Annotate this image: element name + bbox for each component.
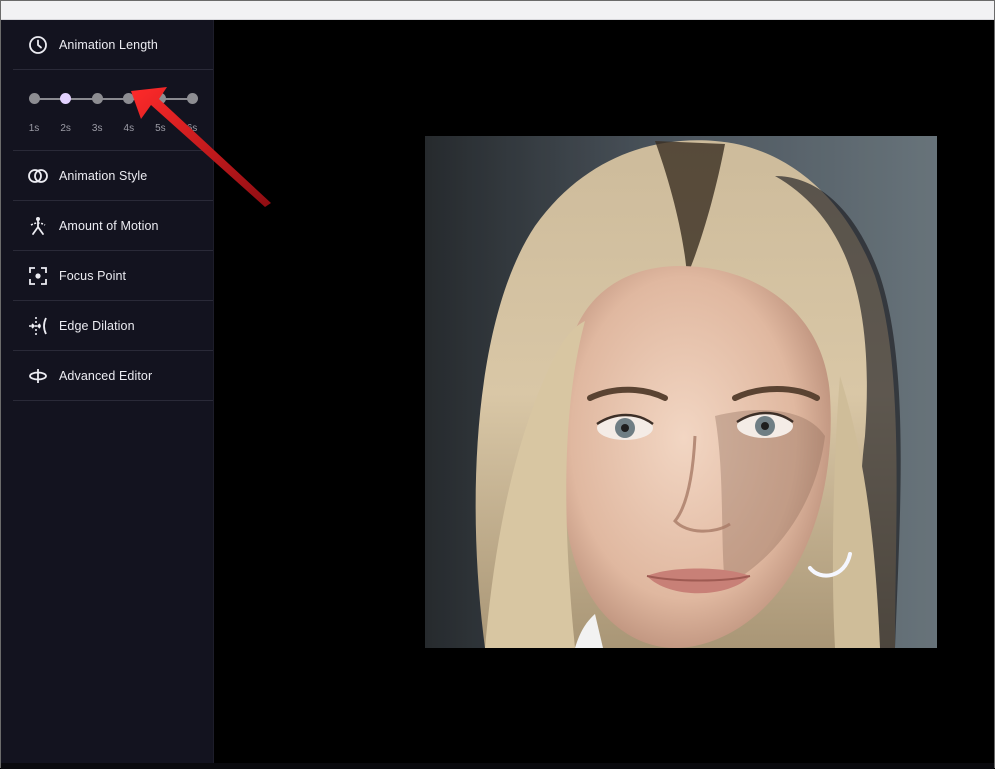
amount-of-motion-label: Amount of Motion — [59, 218, 159, 233]
top-bar — [1, 1, 994, 20]
advanced-editor-label: Advanced Editor — [59, 368, 153, 383]
orbit-icon — [27, 365, 49, 387]
focus-point-label: Focus Point — [59, 268, 127, 283]
animation-style-label: Animation Style — [59, 168, 148, 183]
sidebar-edge — [1, 20, 13, 763]
app-window: Animation Length 1s 2s 3s 4s 5s 6s Anima… — [0, 0, 995, 769]
motion-figure-icon — [27, 215, 49, 237]
portrait-preview — [425, 136, 937, 648]
advanced-editor-item[interactable]: Advanced Editor — [13, 351, 213, 401]
portrait-photo — [425, 136, 937, 648]
tick-label: 3s — [91, 123, 103, 134]
animation-length-label: Animation Length — [59, 37, 158, 52]
amount-of-motion-item[interactable]: Amount of Motion — [13, 201, 213, 251]
slider-option-1s[interactable] — [28, 93, 40, 104]
tick-label: 4s — [123, 123, 135, 134]
edge-dilation-label: Edge Dilation — [59, 318, 135, 333]
slider-option-4s[interactable] — [123, 93, 135, 104]
edge-dilation-icon — [27, 315, 49, 337]
focus-point-item[interactable]: Focus Point — [13, 251, 213, 301]
tick-label: 5s — [155, 123, 166, 134]
tick-label: 1s — [28, 123, 40, 134]
slider-option-2s[interactable] — [60, 93, 72, 104]
settings-sidebar: Animation Length 1s 2s 3s 4s 5s 6s Anima… — [13, 20, 214, 763]
slider-track — [34, 98, 192, 100]
animation-style-item[interactable]: Animation Style — [13, 151, 213, 201]
focus-frame-icon — [27, 265, 49, 287]
animation-length-slider[interactable]: 1s 2s 3s 4s 5s 6s — [13, 70, 213, 151]
tick-label: 2s — [60, 123, 71, 134]
slider-option-5s[interactable] — [154, 93, 166, 104]
animation-length-item[interactable]: Animation Length — [13, 20, 213, 70]
slider-option-6s[interactable] — [186, 93, 198, 104]
clock-icon — [27, 34, 49, 56]
bottom-edge — [1, 763, 994, 769]
edge-dilation-item[interactable]: Edge Dilation — [13, 301, 213, 351]
tick-label: 6s — [186, 123, 198, 134]
interlocked-rings-icon — [27, 165, 49, 187]
slider-option-3s[interactable] — [91, 93, 103, 104]
